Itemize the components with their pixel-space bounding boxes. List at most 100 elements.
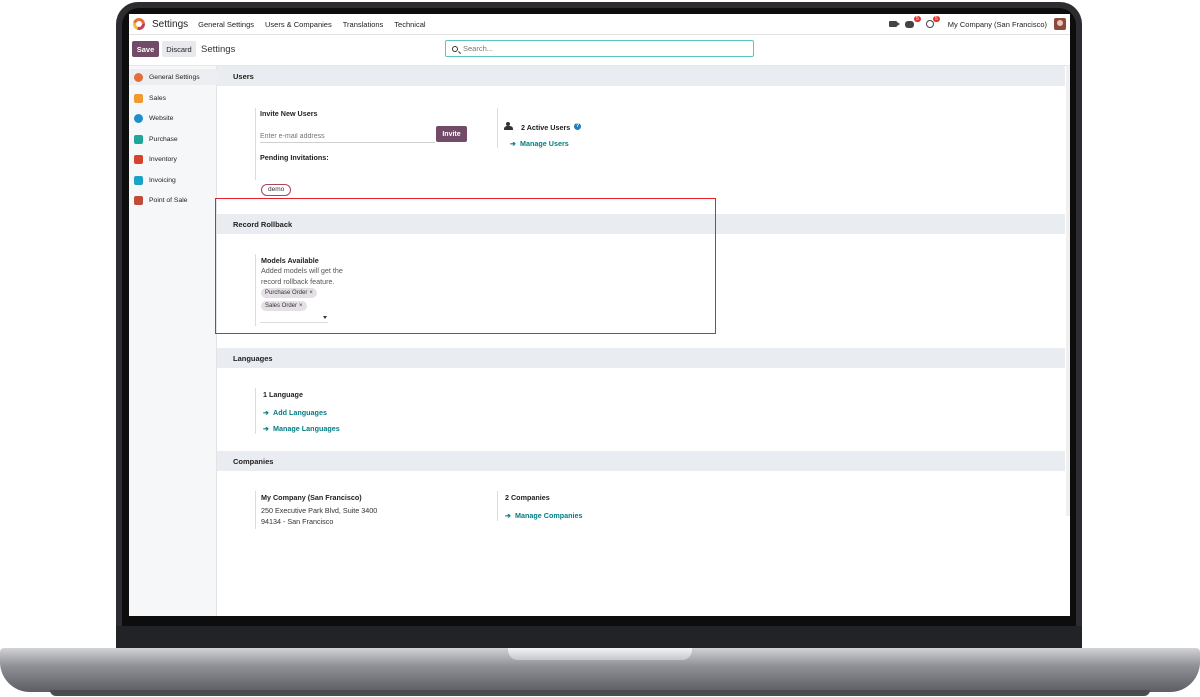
menu-general-settings[interactable]: General Settings (198, 20, 254, 29)
invite-button[interactable]: Invite (436, 126, 467, 142)
settings-sidebar: General Settings Sales Website Purchase … (129, 66, 217, 616)
page-title: Settings (201, 44, 236, 55)
setting-divider (255, 254, 256, 326)
users-icon (504, 122, 514, 130)
arrow-right-icon: ➔ (510, 139, 517, 148)
video-camera-icon[interactable] (888, 21, 900, 27)
sidebar-item-label: Sales (149, 94, 167, 102)
companies-count: 2 Companies (505, 493, 550, 502)
chat-icon[interactable]: 5 (904, 15, 921, 28)
sidebar-item-label: Point of Sale (149, 196, 188, 204)
manage-users-link[interactable]: ➔ Manage Users (510, 139, 569, 148)
link-label: Manage Languages (273, 424, 340, 433)
sidebar-item-point-of-sale[interactable]: Point of Sale (129, 192, 217, 208)
top-navbar: Settings General Settings Users & Compan… (129, 14, 1070, 35)
nav-right: 5 5 My Company (San Francisco) (888, 15, 1070, 30)
user-avatar[interactable] (1054, 18, 1066, 30)
pending-invitation-tag[interactable]: demo (261, 184, 292, 196)
setting-divider (255, 108, 256, 180)
sidebar-item-label: Invoicing (149, 176, 176, 184)
link-label: Manage Companies (515, 511, 583, 520)
models-available-title: Models Available (261, 256, 319, 265)
remove-tag-icon[interactable]: × (309, 290, 313, 296)
menu-users-companies[interactable]: Users & Companies (265, 20, 332, 29)
active-users-count: 2 Active Users (521, 123, 571, 132)
section-header-companies: Companies (217, 451, 1065, 471)
discard-button[interactable]: Discard (162, 41, 196, 57)
link-label: Manage Users (520, 139, 569, 148)
link-label: Add Languages (273, 408, 327, 417)
search-input[interactable] (463, 44, 743, 53)
help-icon[interactable]: ? (574, 123, 581, 130)
manage-companies-link[interactable]: ➔ Manage Companies (505, 511, 583, 520)
search-box[interactable] (445, 40, 754, 57)
section-title: Record Rollback (233, 220, 293, 229)
chat-badge: 5 (914, 15, 921, 22)
sidebar-item-label: Website (149, 114, 174, 122)
company-address-line1: 250 Executive Park Blvd, Suite 3400 (261, 506, 378, 515)
manage-languages-link[interactable]: ➔ Manage Languages (263, 424, 340, 433)
model-tag: Purchase Order × (261, 288, 317, 298)
sidebar-item-invoicing[interactable]: Invoicing (129, 172, 217, 188)
menu-translations[interactable]: Translations (343, 20, 384, 29)
model-tag-label: Sales Order (265, 303, 298, 309)
setting-divider (497, 491, 498, 521)
general-settings-icon (134, 72, 143, 82)
save-button[interactable]: Save (132, 41, 159, 57)
menu-technical[interactable]: Technical (394, 20, 425, 29)
company-name: My Company (San Francisco) (261, 493, 362, 502)
model-tag: Sales Order × (261, 301, 307, 311)
language-count: 1 Language (263, 390, 303, 399)
add-languages-link[interactable]: ➔ Add Languages (263, 408, 327, 417)
arrow-right-icon: ➔ (263, 424, 270, 433)
nav-menu: General Settings Users & Companies Trans… (198, 20, 436, 29)
sidebar-item-label: Inventory (149, 155, 177, 163)
sidebar-item-inventory[interactable]: Inventory (129, 151, 217, 167)
app-logo-icon[interactable] (133, 18, 145, 30)
purchase-icon (134, 134, 143, 144)
sidebar-item-website[interactable]: Website (129, 110, 217, 126)
email-field[interactable] (260, 130, 435, 143)
control-panel: Save Discard Settings (129, 35, 1070, 66)
activity-clock-icon[interactable]: 5 (925, 16, 940, 28)
model-tag-label: Purchase Order (265, 290, 308, 296)
sales-icon (134, 93, 143, 103)
models-select-input[interactable] (260, 313, 328, 323)
caret-down-icon (323, 316, 327, 319)
setting-divider (255, 491, 256, 529)
section-title: Languages (233, 354, 273, 363)
content-scrollbar[interactable] (1066, 66, 1070, 516)
section-header-record-rollback: Record Rollback (217, 214, 1065, 234)
pending-invitations-title: Pending Invitations: (260, 153, 329, 162)
models-description-line1: Added models will get the (261, 266, 343, 275)
inventory-icon (134, 154, 143, 164)
sidebar-item-general-settings[interactable]: General Settings (129, 69, 217, 85)
app-name[interactable]: Settings (152, 19, 188, 30)
section-title: Companies (233, 457, 274, 466)
sidebar-item-label: General Settings (149, 73, 200, 81)
invite-title: Invite New Users (260, 109, 318, 118)
screen: Settings General Settings Users & Compan… (129, 14, 1070, 616)
laptop-notch (508, 648, 692, 660)
laptop-chin (116, 626, 1082, 650)
company-address-line2: 94134 - San Francisco (261, 517, 334, 526)
section-title: Users (233, 72, 254, 81)
section-header-users: Users (217, 66, 1065, 86)
settings-content: Users Invite New Users Invite Pending In… (217, 66, 1070, 616)
remove-tag-icon[interactable]: × (299, 303, 303, 309)
activity-badge: 5 (933, 16, 940, 22)
setting-divider (497, 108, 498, 148)
sidebar-item-label: Purchase (149, 135, 178, 143)
website-icon (134, 113, 143, 123)
point-of-sale-icon (134, 195, 143, 205)
arrow-right-icon: ➔ (263, 408, 270, 417)
sidebar-item-sales[interactable]: Sales (129, 90, 217, 106)
setting-divider (255, 388, 256, 434)
company-switcher[interactable]: My Company (San Francisco) (948, 20, 1047, 29)
models-description-line2: record rollback feature. (261, 277, 335, 286)
arrow-right-icon: ➔ (505, 511, 512, 520)
invoicing-icon (134, 175, 143, 185)
section-header-languages: Languages (217, 348, 1065, 368)
sidebar-item-purchase[interactable]: Purchase (129, 131, 217, 147)
search-icon (452, 45, 458, 52)
